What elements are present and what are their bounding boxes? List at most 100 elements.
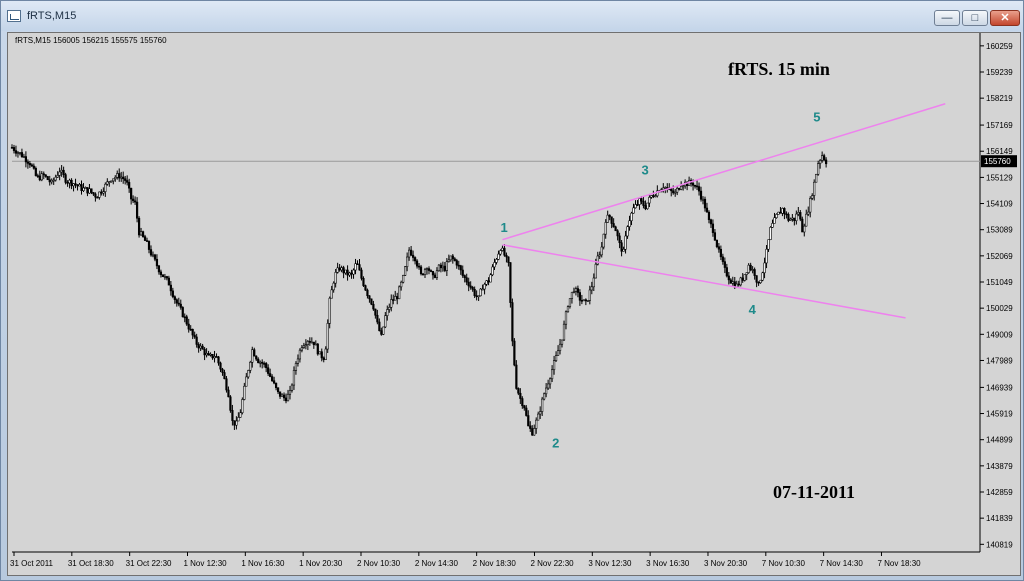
candle-body [261, 361, 264, 364]
maximize-button[interactable]: □ [962, 10, 988, 26]
candle-body [167, 277, 170, 286]
candle-body [743, 274, 746, 281]
current-price-label: 155760 [984, 157, 1011, 166]
candle-body [358, 264, 361, 271]
candle-body [139, 231, 143, 236]
candle-body [765, 248, 768, 264]
candle-body [221, 368, 224, 373]
candle-body [360, 269, 363, 279]
candle-body [245, 376, 248, 387]
candle-body [398, 286, 401, 300]
minimize-button[interactable]: — [934, 10, 960, 26]
candle-body [501, 247, 504, 251]
candle-body [590, 286, 593, 291]
candle-body [815, 173, 818, 183]
candle-body [628, 220, 631, 227]
candle-body [547, 383, 550, 389]
candle-body [362, 278, 365, 286]
title-bar[interactable]: fRTS,M15 — □ ✕ [1, 1, 1023, 31]
candle-body [132, 198, 135, 202]
candle-body [614, 226, 617, 232]
candle-body [163, 276, 166, 278]
candle-body [572, 291, 576, 293]
close-button[interactable]: ✕ [990, 10, 1020, 26]
candle-body [723, 261, 726, 268]
candle-body [682, 185, 685, 188]
candle-body [195, 336, 198, 345]
candle-body [578, 292, 581, 301]
candle-body [785, 213, 788, 216]
candle-body [42, 173, 45, 176]
candle-body [680, 185, 683, 190]
candle-body [352, 269, 355, 275]
candle-body [304, 344, 307, 347]
candle-body [725, 267, 728, 277]
candle-body [215, 356, 218, 358]
candle-body [515, 364, 518, 389]
candle-body [811, 195, 814, 199]
y-tick-label: 156149 [986, 147, 1013, 156]
wave-label: 4 [749, 302, 757, 317]
y-tick-label: 150029 [986, 304, 1013, 313]
candle-body [717, 246, 720, 250]
candle-body [545, 387, 548, 395]
x-tick-label: 31 Oct 18:30 [68, 559, 114, 568]
price-chart[interactable]: 1602591592391582191571691561491551291541… [8, 33, 1020, 575]
candle-body [14, 150, 18, 154]
candle-body [727, 275, 730, 281]
candle-body [247, 370, 250, 378]
x-tick-label: 2 Nov 10:30 [357, 559, 401, 568]
candle-body [467, 281, 470, 287]
candle-body [795, 213, 798, 222]
candle-body [421, 273, 425, 276]
candle-body [487, 280, 490, 283]
candle-body [263, 363, 266, 365]
candle-body [413, 257, 417, 262]
candle-body [267, 367, 270, 374]
candle-body [151, 254, 155, 257]
candle-body [457, 264, 460, 267]
candle-body [495, 259, 498, 263]
candle-body [274, 382, 278, 389]
candle-body [225, 378, 228, 391]
candle-body [255, 355, 258, 360]
candle-body [777, 211, 780, 215]
candle-body [94, 193, 97, 198]
candle-body [276, 387, 280, 393]
candle-body [511, 302, 514, 342]
candle-body [618, 235, 621, 244]
candle-body [801, 218, 804, 233]
candle-body [10, 147, 14, 149]
candle-body [24, 156, 27, 163]
candle-body [519, 392, 522, 399]
chart-area[interactable]: 160259 159239 158219 157169 156149 155129 1541… [7, 32, 1021, 576]
candle-body [376, 314, 379, 323]
candle-body [334, 272, 337, 284]
candle-body [388, 307, 391, 310]
candle-body [54, 176, 57, 181]
candle-body [552, 360, 556, 371]
candle-body [539, 411, 542, 415]
candle-body [46, 176, 49, 181]
candle-body [461, 269, 464, 276]
chart-window: fRTS,M15 — □ ✕ 160259 159239 158219 157169 1… [0, 0, 1024, 581]
candle-body [479, 288, 482, 297]
candle-body [535, 419, 538, 429]
candle-body [205, 353, 208, 356]
candle-body [517, 388, 520, 394]
candle-body [739, 277, 742, 286]
candle-body [533, 428, 536, 436]
candle-body [705, 207, 709, 213]
candle-body [28, 163, 31, 166]
candle-body [745, 272, 748, 275]
candle-body [427, 268, 431, 271]
candle-body [439, 264, 442, 269]
candle-body [616, 230, 619, 237]
candle-body [90, 188, 93, 193]
candle-body [650, 195, 653, 198]
candle-body [809, 198, 812, 213]
candle-body [415, 260, 419, 267]
candle-body [324, 348, 327, 360]
candle-body [433, 274, 437, 278]
candle-body [394, 296, 397, 301]
